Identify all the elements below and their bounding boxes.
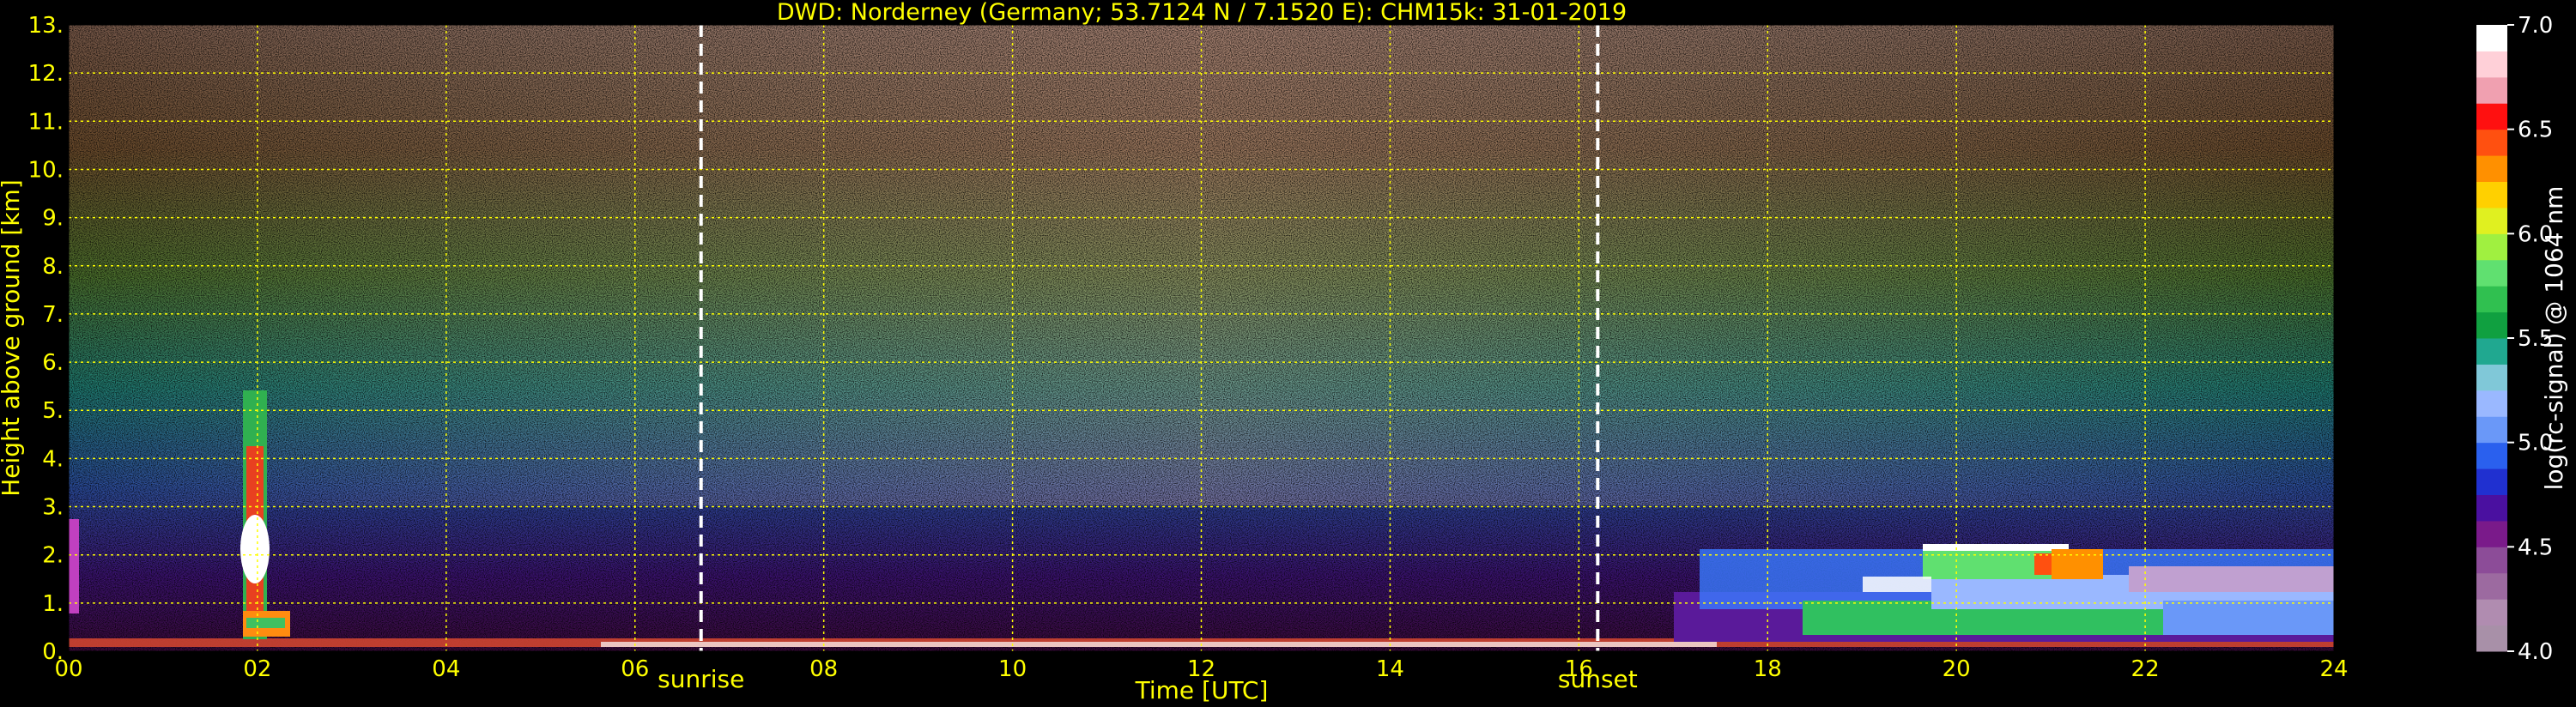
colorbar: 4.04.55.05.56.06.57.0 log(rc-signal) @ 1… bbox=[2476, 13, 2568, 665]
ceilometer-figure: DWD: Norderney (Germany; 53.7124 N / 7.1… bbox=[0, 0, 2568, 704]
colorbar-segment bbox=[2476, 572, 2507, 600]
evening-cloud-deck bbox=[1674, 544, 2334, 642]
y-tick-label: 13. bbox=[28, 13, 64, 39]
colorbar-segment bbox=[2476, 311, 2507, 339]
colorbar-gradient bbox=[2476, 25, 2507, 652]
x-tick-label: 24 bbox=[2319, 656, 2348, 682]
x-tick-label: 10 bbox=[998, 656, 1027, 682]
colorbar-segment bbox=[2476, 76, 2507, 104]
plot-area bbox=[68, 24, 2335, 652]
x-tick-label: 20 bbox=[1943, 656, 1971, 682]
colorbar-segment bbox=[2476, 25, 2507, 51]
colorbar-segment bbox=[2476, 207, 2507, 234]
colorbar-segment bbox=[2476, 625, 2507, 652]
y-tick-label: 9. bbox=[42, 206, 64, 232]
colorbar-segment bbox=[2476, 364, 2507, 391]
y-tick-label: 8. bbox=[42, 254, 64, 280]
x-tick-label: 22 bbox=[2131, 656, 2160, 682]
x-tick-label: 18 bbox=[1754, 656, 1782, 682]
colorbar-tick-label: 4.5 bbox=[2518, 535, 2553, 560]
colorbar-segment bbox=[2476, 51, 2507, 78]
x-tick-label: 04 bbox=[432, 656, 460, 682]
colorbar-segment bbox=[2476, 103, 2507, 130]
sunrise-label: sunrise bbox=[658, 665, 744, 693]
x-tick-label: 08 bbox=[809, 656, 838, 682]
y-tick-label: 12. bbox=[28, 61, 64, 87]
x-tick-label: 06 bbox=[621, 656, 649, 682]
early-cloud-feature bbox=[69, 519, 79, 613]
colorbar-segment bbox=[2476, 599, 2507, 626]
y-tick-label: 5. bbox=[42, 398, 64, 424]
y-axis-ticks: 0.1.2.3.4.5.6.7.8.9.10.11.12.13. bbox=[28, 13, 64, 665]
y-tick-label: 11. bbox=[28, 109, 64, 135]
colorbar-segment bbox=[2476, 442, 2507, 469]
colorbar-title: log(rc-signal) @ 1064 nm bbox=[2540, 186, 2568, 491]
colorbar-tick-label: 4.0 bbox=[2518, 639, 2553, 665]
chart-title: DWD: Norderney (Germany; 53.7124 N / 7.1… bbox=[777, 0, 1627, 26]
colorbar-segment bbox=[2476, 390, 2507, 417]
colorbar-segment bbox=[2476, 520, 2507, 547]
y-tick-label: 10. bbox=[28, 157, 64, 183]
y-tick-label: 6. bbox=[42, 350, 64, 376]
colorbar-segment bbox=[2476, 286, 2507, 313]
y-tick-label: 1. bbox=[42, 591, 64, 617]
sunset-label: sunset bbox=[1558, 665, 1638, 693]
colorbar-segment bbox=[2476, 338, 2507, 365]
colorbar-segment bbox=[2476, 233, 2507, 261]
y-tick-label: 3. bbox=[42, 495, 64, 521]
colorbar-segment bbox=[2476, 494, 2507, 522]
colorbar-segment bbox=[2476, 547, 2507, 574]
y-tick-label: 7. bbox=[42, 302, 64, 328]
colorbar-segment bbox=[2476, 468, 2507, 495]
y-tick-label: 2. bbox=[42, 543, 64, 569]
colorbar-segment bbox=[2476, 155, 2507, 182]
x-tick-label: 14 bbox=[1376, 656, 1404, 682]
x-tick-label: 02 bbox=[243, 656, 271, 682]
colorbar-segment bbox=[2476, 416, 2507, 444]
colorbar-segment bbox=[2476, 181, 2507, 208]
colorbar-tick-label: 7.0 bbox=[2518, 13, 2553, 39]
x-axis-title: Time [UTC] bbox=[1135, 676, 1269, 704]
y-tick-label: 4. bbox=[42, 446, 64, 472]
surface-white-band bbox=[601, 642, 1717, 647]
colorbar-segment bbox=[2476, 259, 2507, 287]
colorbar-segment bbox=[2476, 129, 2507, 156]
x-tick-label: 00 bbox=[54, 656, 82, 682]
colorbar-tick-label: 6.5 bbox=[2518, 118, 2553, 143]
y-axis-title: Height above ground [km] bbox=[0, 179, 25, 497]
